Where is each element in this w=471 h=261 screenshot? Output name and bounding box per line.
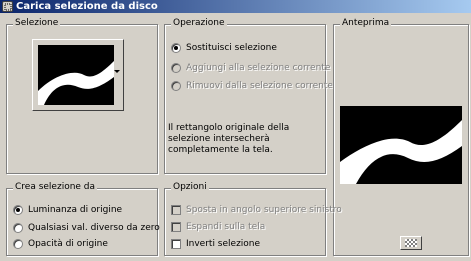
checkerboard-icon[interactable]	[400, 236, 422, 250]
radio-label: Sostituisci selezione	[186, 43, 277, 53]
anteprima-label: Anteprima	[340, 18, 392, 28]
window-title: Carica selezione da disco	[16, 1, 158, 12]
radio-aggiungi: Aggiungi alla selezione corrente	[171, 63, 330, 73]
checkbox-label: Sposta in angolo superiore sinistro	[186, 205, 342, 215]
opzioni-label: Opzioni	[171, 182, 209, 192]
checker-pattern	[405, 239, 417, 247]
radio-indicator[interactable]	[13, 223, 23, 233]
selezione-label: Selezione	[13, 18, 61, 28]
radio-indicator[interactable]	[13, 205, 23, 215]
radio-label: Opacità di origine	[28, 239, 108, 249]
radio-label: Aggiungi alla selezione corrente	[186, 63, 331, 73]
selection-picker-button[interactable]	[32, 39, 124, 111]
radio-label: Rimuovi dalla selezione corrente	[186, 81, 333, 91]
radio-rimuovi: Rimuovi dalla selezione corrente	[171, 81, 333, 91]
checkbox-indicator	[171, 222, 181, 232]
preview-image	[340, 106, 462, 184]
radio-indicator	[171, 63, 181, 73]
radio-indicator[interactable]	[171, 43, 181, 53]
checkbox-indicator[interactable]	[171, 239, 181, 249]
checkbox-inverti[interactable]: Inverti selezione	[171, 239, 260, 249]
radio-indicator[interactable]	[13, 239, 23, 249]
radio-qualsiasi[interactable]: Qualsiasi val. diverso da zero	[13, 223, 160, 233]
radio-label: Qualsiasi val. diverso da zero	[28, 223, 160, 233]
crea-selezione-label: Crea selezione da	[13, 182, 98, 192]
checkbox-label: Espandi sulla tela	[186, 222, 266, 232]
title-bar: Carica selezione da disco	[0, 0, 471, 13]
checkbox-espandi: Espandi sulla tela	[171, 222, 265, 232]
radio-opacita[interactable]: Opacità di origine	[13, 239, 108, 249]
checkbox-label: Inverti selezione	[186, 239, 261, 249]
operazione-label: Operazione	[171, 18, 227, 28]
checkbox-indicator	[171, 205, 181, 215]
operazione-info-text: Il rettangolo originale della selezione …	[168, 123, 290, 155]
selection-thumbnail	[38, 45, 114, 105]
radio-luminanza[interactable]: Luminanza di origine	[13, 205, 122, 215]
radio-sostituisci[interactable]: Sostituisci selezione	[171, 43, 277, 53]
radio-indicator	[171, 81, 181, 91]
chevron-down-icon[interactable]	[114, 70, 120, 73]
radio-label: Luminanza di origine	[28, 205, 123, 215]
checkbox-sposta: Sposta in angolo superiore sinistro	[171, 205, 342, 215]
selection-disk-icon	[2, 1, 13, 12]
